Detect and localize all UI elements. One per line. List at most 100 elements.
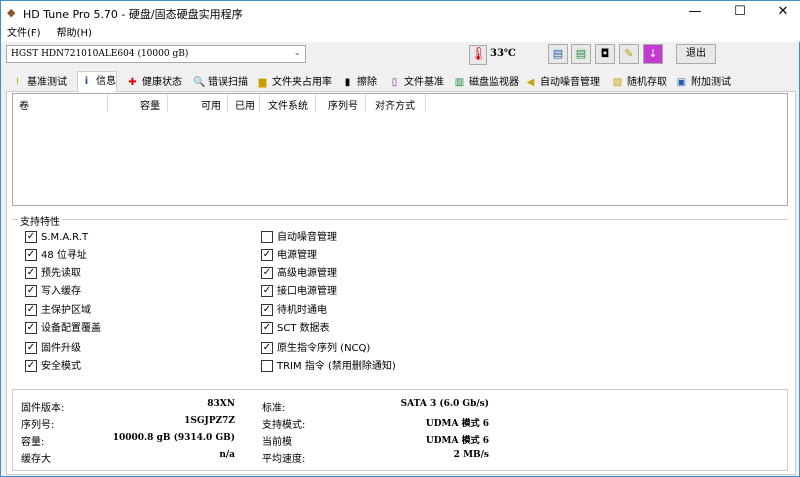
- checkbox[interactable]: ✓: [25, 285, 37, 297]
- checkbox[interactable]: ✓: [261, 304, 273, 316]
- info-label: 当前模: [262, 437, 292, 448]
- tab-folder-usage[interactable]: ▆ 文件夹占用率: [254, 73, 332, 92]
- scatter-icon: ▧: [612, 77, 623, 88]
- col-volume[interactable]: 卷: [19, 97, 29, 112]
- tab-disk-monitor[interactable]: ▥ 磁盘监视器: [451, 73, 519, 92]
- features-title: 支持特性: [18, 213, 62, 228]
- feature-checkbox[interactable]: ✓ 待机时通电: [261, 304, 327, 317]
- menu-file[interactable]: 文件(F): [7, 28, 41, 39]
- checkbox[interactable]: ✓: [25, 249, 37, 261]
- col-alignment[interactable]: 对齐方式: [375, 97, 415, 112]
- exit-button[interactable]: 退出: [676, 44, 716, 64]
- col-free[interactable]: 可用: [201, 97, 221, 112]
- tab-random-access[interactable]: ▧ 随机存取: [609, 73, 667, 92]
- checkbox[interactable]: ✓: [25, 231, 37, 243]
- volume-table[interactable]: 卷 容量 可用 已用 文件系统 序列号 对齐方式: [12, 93, 788, 206]
- checkbox[interactable]: ✓: [25, 267, 37, 279]
- checkbox[interactable]: ✓: [261, 322, 273, 334]
- checkbox[interactable]: [261, 360, 273, 372]
- feature-label: 待机时通电: [277, 305, 327, 316]
- info-value: 10000.8 gB (9314.0 GB): [112, 433, 235, 443]
- feature-label: 自动噪音管理: [277, 232, 337, 243]
- feature-checkbox[interactable]: TRIM 指令 (禁用删除通知): [261, 360, 396, 373]
- info-value: UDMA 模式 6: [425, 419, 489, 429]
- checkbox[interactable]: ✓: [261, 342, 273, 354]
- checkbox[interactable]: ✓: [261, 285, 273, 297]
- tab-aam[interactable]: ◀ 自动噪音管理: [522, 73, 600, 92]
- chart-icon: ▥: [454, 77, 465, 88]
- minimize-button[interactable]: —: [680, 4, 710, 19]
- feature-checkbox[interactable]: ✓ 预先读取: [25, 267, 81, 280]
- tab-bar: ! 基准测试 i 信息 ✚ 健康状态 🔍 错误扫描 ▆ 文件夹占用率 ▮ 擦除 ▯ 文件基准 …: [6, 71, 796, 92]
- drive-select[interactable]: HGST HDN721010ALE604 (10000 gB) ⌄: [6, 45, 306, 63]
- checkbox[interactable]: ✓: [261, 249, 273, 261]
- save-button[interactable]: ↓: [643, 44, 663, 64]
- window-title: HD Tune Pro 5.70 - 硬盘/固态硬盘实用程序: [23, 8, 243, 21]
- feature-checkbox[interactable]: ✓ 高级电源管理: [261, 267, 337, 280]
- title-bar: ◆ HD Tune Pro 5.70 - 硬盘/固态硬盘实用程序 — ☐ ✕: [1, 1, 800, 25]
- tab-error-scan[interactable]: 🔍 错误扫描: [190, 73, 248, 92]
- info-value: 2 MB/s: [453, 450, 489, 460]
- checkbox[interactable]: ✓: [25, 360, 37, 372]
- feature-checkbox[interactable]: ✓ 原生指令序列 (NCQ): [261, 342, 370, 355]
- checkbox[interactable]: ✓: [25, 342, 37, 354]
- tab-info[interactable]: i 信息: [77, 71, 117, 92]
- feature-label: 写入缓存: [41, 286, 81, 297]
- copy-all-button[interactable]: ▤: [571, 44, 591, 64]
- feature-checkbox[interactable]: ✓ 电源管理: [261, 249, 317, 262]
- col-filesystem[interactable]: 文件系统: [268, 97, 308, 112]
- col-serial[interactable]: 序列号: [328, 97, 358, 112]
- feature-checkbox[interactable]: ✓ 主保护区域: [25, 304, 91, 317]
- thermometer-icon: 🌡: [469, 45, 487, 65]
- temperature: 33℃: [490, 48, 516, 59]
- drive-value: HGST HDN721010ALE604 (10000 gB): [11, 49, 189, 59]
- feature-label: 设备配置覆盖: [41, 323, 101, 334]
- info-label: 容量:: [21, 437, 45, 448]
- col-used[interactable]: 已用: [235, 97, 255, 112]
- info-icon: i: [84, 76, 89, 87]
- feature-checkbox[interactable]: ✓ 固件升级: [25, 342, 81, 355]
- file-icon: ▯: [391, 77, 398, 88]
- tab-erase[interactable]: ▮ 擦除: [339, 73, 377, 92]
- feature-checkbox[interactable]: ✓ 安全模式: [25, 360, 81, 373]
- feature-label: 固件升级: [41, 343, 81, 354]
- features-group: 支持特性: [12, 213, 788, 381]
- checkbox[interactable]: ✓: [261, 267, 273, 279]
- info-value: 1SGJPZ7Z: [184, 416, 235, 426]
- red-cross-icon: ✚: [128, 77, 137, 88]
- feature-checkbox[interactable]: ✓ 接口电源管理: [261, 285, 337, 298]
- feature-checkbox[interactable]: 自动噪音管理: [261, 231, 337, 244]
- info-value: n/a: [219, 450, 235, 460]
- checkbox[interactable]: [261, 231, 273, 243]
- tab-extra-tests[interactable]: ▣ 附加测试: [673, 73, 731, 92]
- chevron-down-icon: ⌄: [293, 48, 301, 58]
- close-button[interactable]: ✕: [768, 4, 798, 19]
- tab-file-benchmark[interactable]: ▯ 文件基准: [386, 73, 444, 92]
- copy-info-button[interactable]: ▤: [548, 44, 568, 64]
- maximize-button[interactable]: ☐: [725, 4, 755, 19]
- checkbox[interactable]: ✓: [25, 322, 37, 334]
- feature-checkbox[interactable]: ✓ S.M.A.R.T: [25, 231, 88, 244]
- tab-benchmark[interactable]: ! 基准测试: [9, 73, 67, 92]
- speaker-icon: ◀: [526, 77, 535, 88]
- app-icon: ◆: [7, 6, 16, 19]
- feature-checkbox[interactable]: ✓ SCT 数据表: [261, 322, 330, 335]
- extra-icon: ▣: [676, 77, 687, 88]
- menu-help[interactable]: 帮助(H): [57, 28, 92, 39]
- feature-label: 接口电源管理: [277, 286, 337, 297]
- col-capacity[interactable]: 容量: [140, 97, 160, 112]
- feature-checkbox[interactable]: ✓ 写入缓存: [25, 285, 81, 298]
- menu-bar: 文件(F) 帮助(H): [1, 25, 800, 42]
- screenshot-button[interactable]: ◘: [595, 44, 615, 64]
- feature-label: 高级电源管理: [277, 268, 337, 279]
- feature-checkbox[interactable]: ✓ 48 位寻址: [25, 249, 87, 262]
- feature-label: 48 位寻址: [41, 250, 87, 261]
- tab-health[interactable]: ✚ 健康状态: [124, 73, 182, 92]
- feature-label: 原生指令序列 (NCQ): [277, 343, 371, 354]
- info-value: SATA 3 (6.0 Gb/s): [400, 399, 489, 409]
- checkbox[interactable]: ✓: [25, 304, 37, 316]
- options-button[interactable]: ✎: [619, 44, 639, 64]
- feature-label: 主保护区域: [41, 305, 91, 316]
- feature-label: TRIM 指令 (禁用删除通知): [277, 361, 396, 372]
- feature-checkbox[interactable]: ✓ 设备配置覆盖: [25, 322, 101, 335]
